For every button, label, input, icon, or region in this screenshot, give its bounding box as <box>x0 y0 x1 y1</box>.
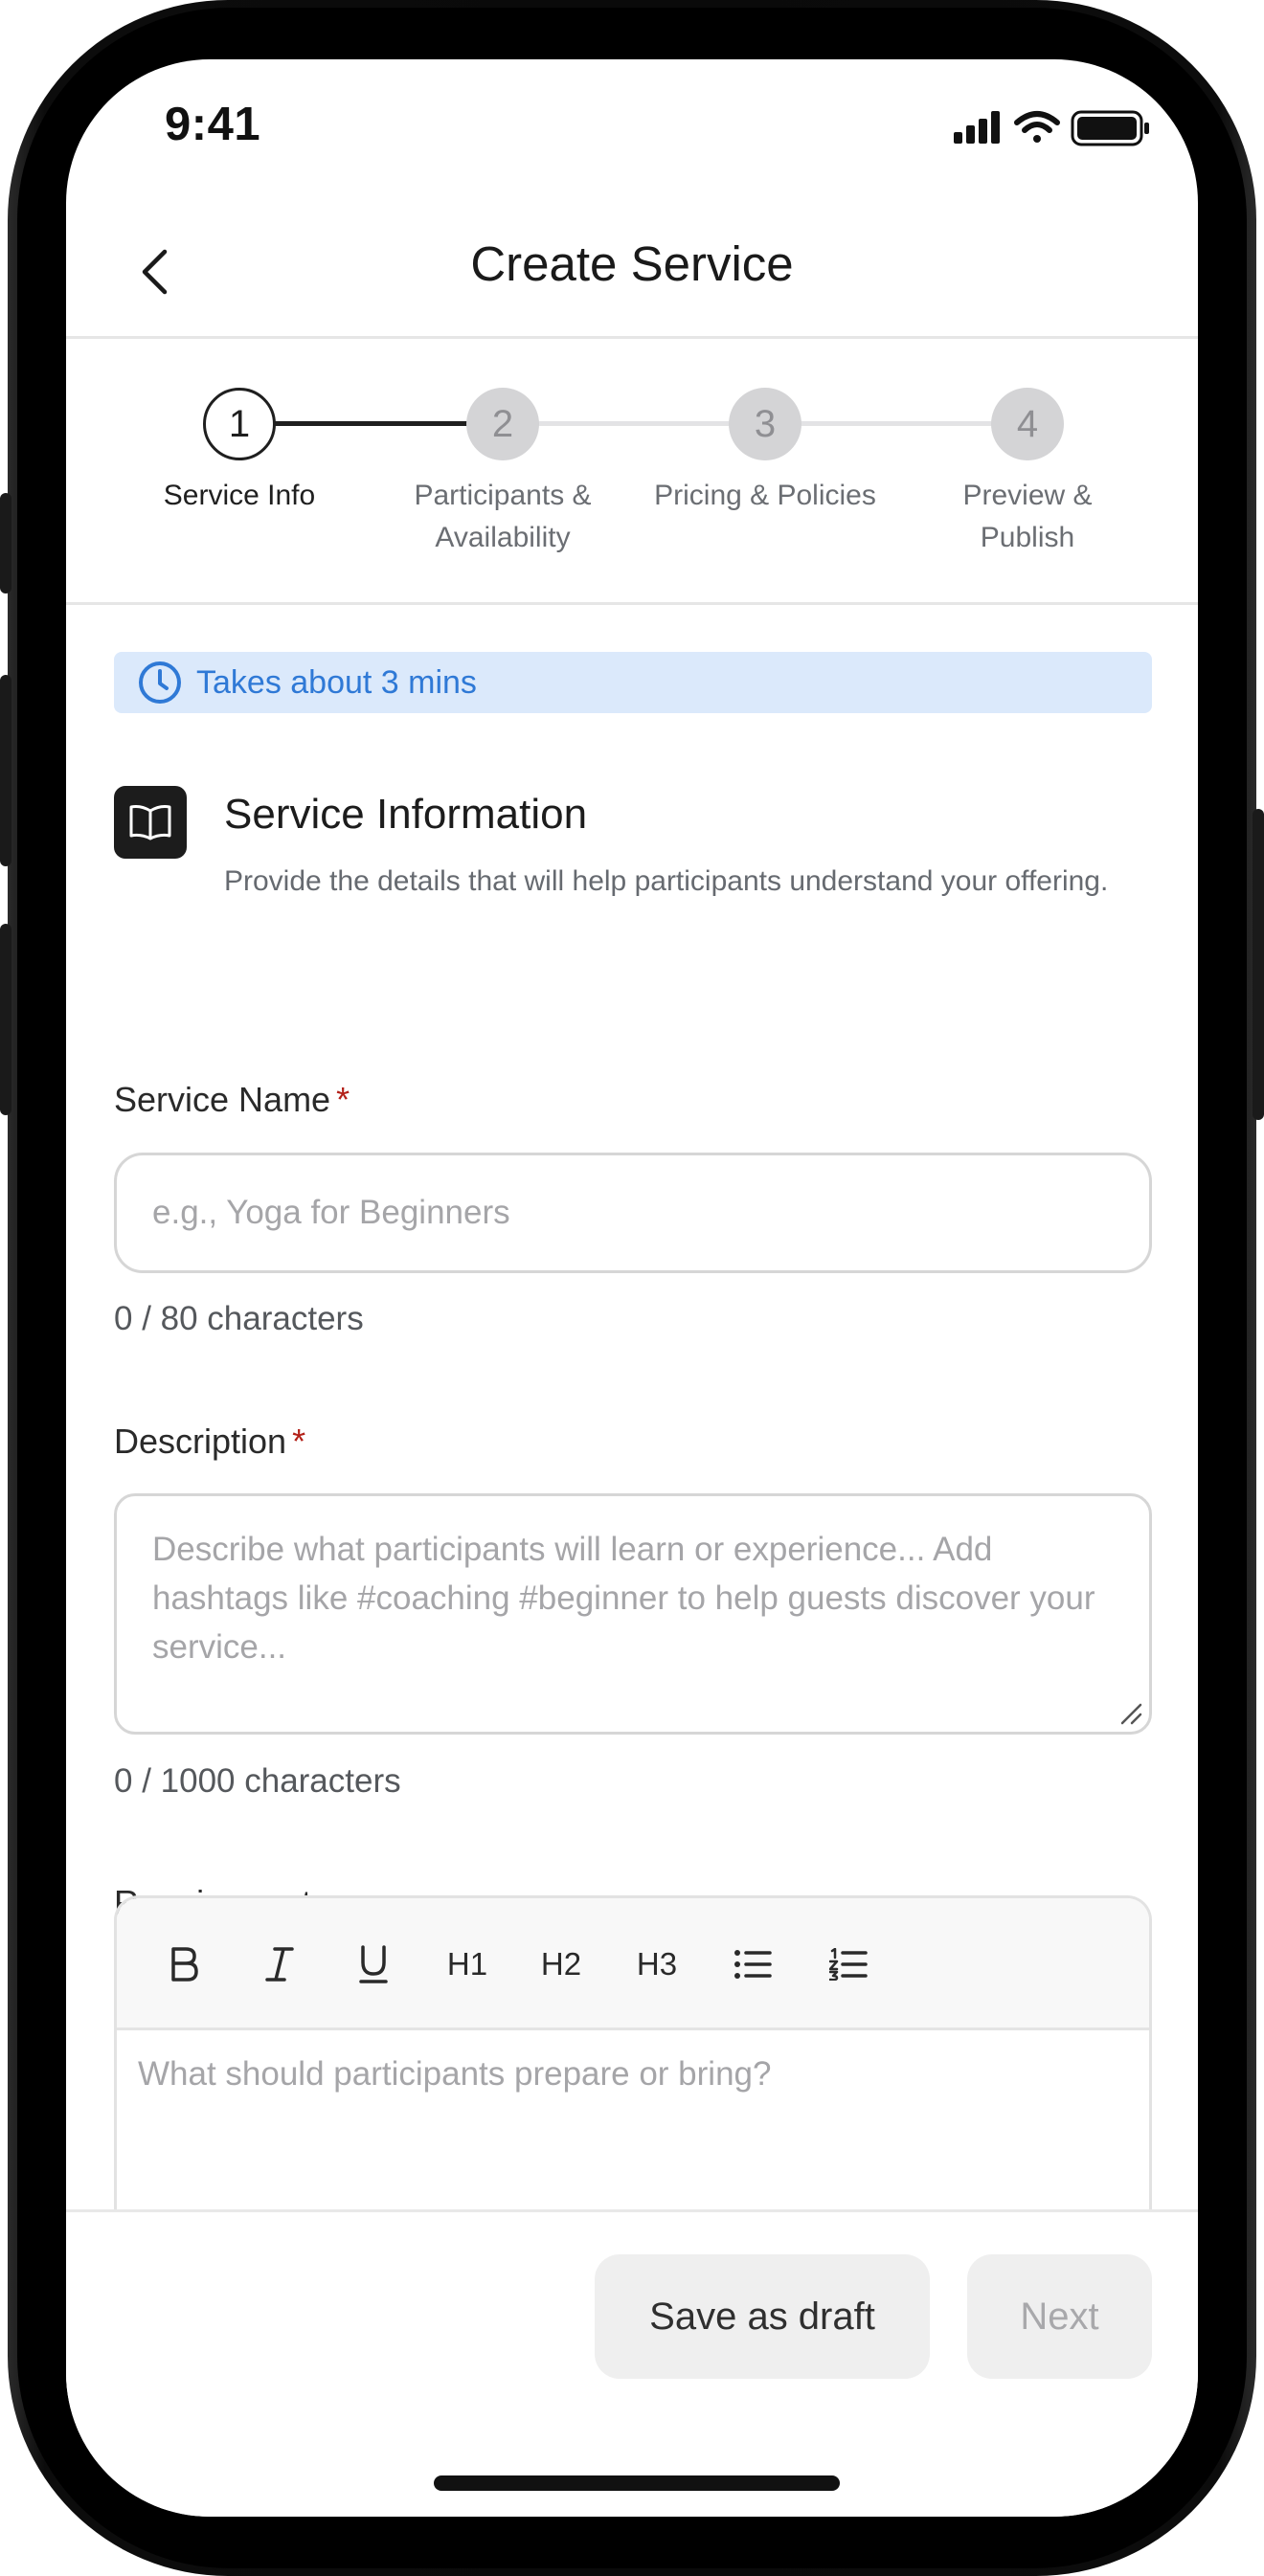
step-2-label-line2: Availability <box>435 522 571 553</box>
footer-action-bar: Save as draft Next <box>66 2209 1198 2517</box>
section-icon <box>114 786 187 859</box>
required-asterisk: * <box>336 1080 350 1119</box>
home-indicator[interactable] <box>434 2475 840 2491</box>
numbered-list-button[interactable] <box>810 1898 887 2030</box>
step-3-label-line1: Pricing & Policies <box>654 480 876 511</box>
time-estimate-banner: Takes about 3 mins <box>114 652 1152 713</box>
step-4-label-line1: Preview & <box>962 480 1093 511</box>
description-textarea[interactable]: Describe what participants will learn or… <box>114 1493 1152 1735</box>
section-description: Provide the details that will help parti… <box>224 865 1109 897</box>
status-time: 9:41 <box>165 99 261 150</box>
status-icons <box>954 110 1149 146</box>
app-screen: 9:41 Create Service 1 2 3 4 Service Info… <box>66 59 1198 2517</box>
stepper-divider <box>66 602 1198 605</box>
step-1-label: Service Info <box>96 475 383 517</box>
description-label-text: Description <box>114 1422 287 1461</box>
signal-icon <box>954 111 1000 144</box>
underline-button[interactable] <box>335 1898 412 2030</box>
section-title: Service Information <box>224 791 588 838</box>
description-label: Description * <box>114 1422 305 1462</box>
step-1-label-line1: Service Info <box>163 480 316 511</box>
requirements-placeholder[interactable]: What should participants prepare or brin… <box>138 2055 771 2094</box>
bullet-list-button[interactable] <box>714 1898 791 2030</box>
editor-toolbar: H1 H2 H3 <box>117 1898 1149 2030</box>
next-button[interactable]: Next <box>967 2254 1152 2379</box>
save-draft-button[interactable]: Save as draft <box>595 2254 930 2379</box>
resize-handle-icon[interactable] <box>1115 1697 1143 1726</box>
description-counter: 0 / 1000 characters <box>114 1762 401 1800</box>
required-asterisk: * <box>292 1422 306 1461</box>
numbered-list-icon <box>829 1948 868 1981</box>
italic-icon <box>265 1947 294 1982</box>
step-1-indicator[interactable]: 1 <box>203 388 276 460</box>
description-placeholder: Describe what participants will learn or… <box>152 1531 1095 1666</box>
heading-2-button[interactable]: H2 <box>523 1898 599 2030</box>
bold-icon <box>171 1947 198 1982</box>
underline-icon <box>359 1945 388 1983</box>
clock-icon <box>139 661 181 704</box>
service-name-input[interactable]: e.g., Yoga for Beginners <box>114 1153 1152 1273</box>
step-4-label: Preview & Publish <box>884 475 1171 559</box>
wifi-icon <box>1014 111 1060 143</box>
italic-button[interactable] <box>241 1898 318 2030</box>
service-name-label-text: Service Name <box>114 1080 331 1119</box>
service-name-placeholder: e.g., Yoga for Beginners <box>152 1194 510 1231</box>
header-divider <box>66 336 1198 339</box>
service-name-label: Service Name * <box>114 1080 350 1120</box>
step-2-indicator[interactable]: 2 <box>466 388 539 460</box>
step-2-label: Participants & Availability <box>359 475 646 559</box>
bullet-list-icon <box>734 1950 772 1979</box>
heading-1-button[interactable]: H1 <box>429 1898 506 2030</box>
battery-icon <box>1071 110 1149 146</box>
step-4-label-line2: Publish <box>980 522 1075 553</box>
step-2-label-line1: Participants & <box>414 480 592 511</box>
phone-volume-up-button <box>0 675 11 866</box>
step-3-indicator[interactable]: 3 <box>729 388 801 460</box>
step-3-label: Pricing & Policies <box>621 475 909 517</box>
phone-action-button <box>0 493 11 594</box>
book-open-icon <box>129 805 171 840</box>
bold-button[interactable] <box>146 1898 222 2030</box>
phone-volume-down-button <box>0 924 11 1115</box>
page-title: Create Service <box>470 236 794 291</box>
step-4-indicator[interactable]: 4 <box>991 388 1064 460</box>
heading-3-button[interactable]: H3 <box>619 1898 695 2030</box>
phone-power-button <box>1253 809 1264 1120</box>
time-estimate-text: Takes about 3 mins <box>196 663 477 701</box>
service-name-counter: 0 / 80 characters <box>114 1300 364 1337</box>
